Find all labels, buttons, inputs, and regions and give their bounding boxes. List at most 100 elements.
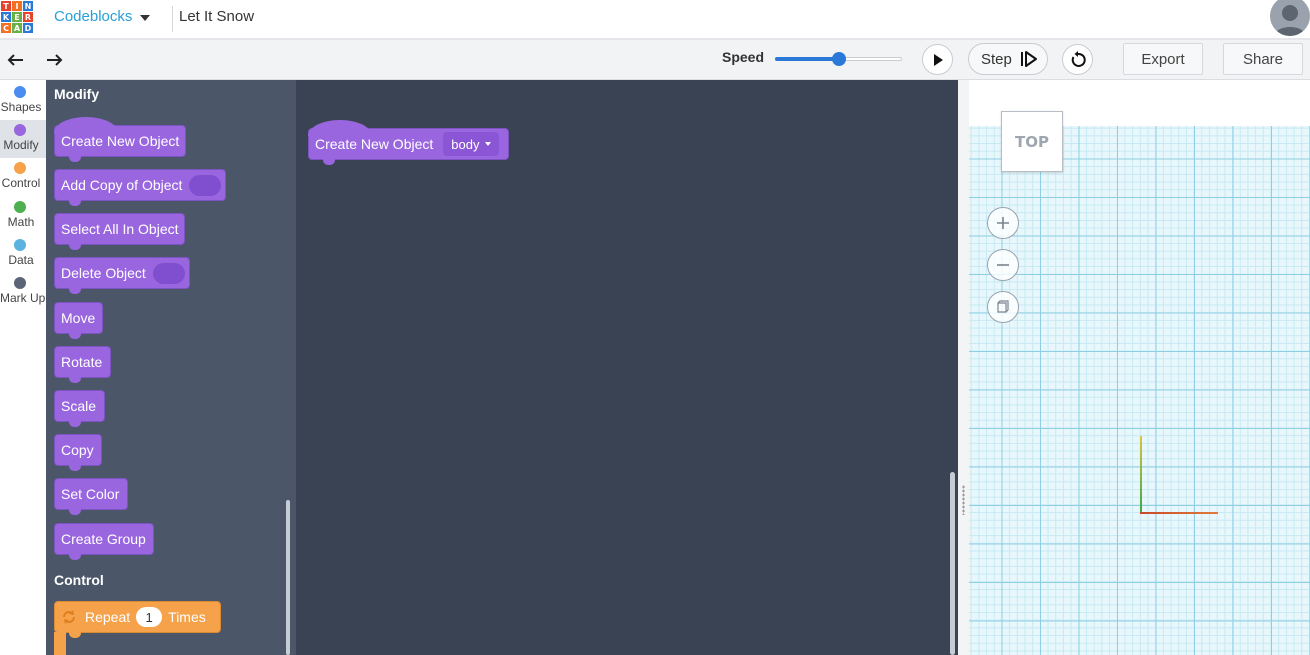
block-add-copy-of-object[interactable]: Add Copy of Object <box>54 169 226 206</box>
body-dropdown[interactable]: body <box>443 132 500 156</box>
app-name[interactable]: Codeblocks <box>54 8 132 25</box>
category-data[interactable]: Data <box>0 235 46 273</box>
block-notch <box>69 332 81 339</box>
speed-label: Speed <box>722 49 765 65</box>
code-workspace[interactable]: Create New Object body <box>296 80 958 655</box>
grip-icon <box>962 485 965 515</box>
speed-slider[interactable] <box>775 52 902 66</box>
speed-slider-fill <box>775 57 839 61</box>
logo-letter: I <box>12 1 22 11</box>
repeat-icon <box>63 610 75 624</box>
document-title[interactable]: Let It Snow <box>179 8 254 25</box>
block-notch <box>69 631 81 638</box>
view-cube[interactable]: TOP <box>1001 111 1063 172</box>
category-label: Data <box>8 253 34 267</box>
block-notch <box>323 158 335 165</box>
block-scale[interactable]: Scale <box>54 390 105 427</box>
toolbar: Speed Step Export Share <box>0 40 1310 80</box>
block-repeat[interactable]: Repeat 1 Times <box>54 601 221 638</box>
step-button[interactable]: Step <box>968 43 1048 75</box>
category-shapes[interactable]: Shapes <box>0 82 46 120</box>
header-divider <box>172 6 173 32</box>
flyout-scrollbar[interactable] <box>286 500 290 655</box>
block-move[interactable]: Move <box>54 302 103 339</box>
category-math[interactable]: Math <box>0 197 46 235</box>
undo-icon[interactable] <box>5 49 27 71</box>
category-dot <box>14 86 26 98</box>
logo-letter: A <box>12 23 22 33</box>
block-notch <box>69 464 81 471</box>
block-delete-object[interactable]: Delete Object <box>54 257 190 294</box>
play-button[interactable] <box>922 44 953 75</box>
block-notch <box>69 420 81 427</box>
zoom-out-button[interactable] <box>987 249 1019 281</box>
workspace-scrollbar[interactable] <box>950 472 955 655</box>
logo-letter: R <box>23 12 33 22</box>
tinkercad-logo[interactable]: T I N K E R C A D <box>1 1 33 33</box>
plus-icon <box>997 217 1009 229</box>
block-set-color[interactable]: Set Color <box>54 478 128 515</box>
section-title-modify: Modify <box>54 86 100 102</box>
step-icon <box>1020 51 1037 67</box>
logo-letter: T <box>1 1 11 11</box>
redo-icon[interactable] <box>43 49 65 71</box>
block-hat <box>54 117 118 133</box>
category-dot <box>14 239 26 251</box>
block-notch <box>69 376 81 383</box>
zoom-in-button[interactable] <box>987 207 1019 239</box>
x-axis-line <box>1140 512 1218 514</box>
logo-letter: D <box>23 23 33 33</box>
block-notch <box>69 553 81 560</box>
fit-view-button[interactable] <box>987 291 1019 323</box>
block-create-group[interactable]: Create Group <box>54 523 154 560</box>
block-label: Create New Object <box>61 133 180 149</box>
block-label: Set Color <box>61 486 120 502</box>
block-notch <box>69 243 81 250</box>
logo-letter: K <box>1 12 11 22</box>
repeat-block-arm <box>54 632 66 655</box>
panel-resize-handle[interactable] <box>958 80 969 655</box>
app-menu-chevron-down-icon[interactable] <box>138 12 152 24</box>
play-icon <box>933 53 943 66</box>
share-button[interactable]: Share <box>1223 43 1303 75</box>
block-input-slot[interactable] <box>189 175 221 196</box>
3d-viewer[interactable]: TOP <box>969 80 1310 655</box>
y-axis-line <box>1140 436 1142 514</box>
logo-letter: E <box>12 12 22 22</box>
block-copy[interactable]: Copy <box>54 434 102 471</box>
top-header: T I N K E R C A D Codeblocks Let It Snow <box>0 0 1310 40</box>
workspace-block-create-new-object[interactable]: Create New Object body <box>308 120 509 165</box>
category-rail: Shapes Modify Control Math Data Mark Up <box>0 80 46 655</box>
codeblocks-app: T I N K E R C A D Codeblocks Let It Snow <box>0 0 1310 655</box>
export-button[interactable]: Export <box>1123 43 1203 75</box>
block-create-new-object[interactable]: Create New Object <box>54 117 186 162</box>
speed-slider-thumb[interactable] <box>831 52 846 66</box>
logo-letter: C <box>1 23 11 33</box>
block-label: Repeat <box>85 609 131 625</box>
category-dot <box>14 201 26 213</box>
block-select-all-in-object[interactable]: Select All In Object <box>54 213 185 250</box>
section-title-control: Control <box>54 572 104 588</box>
repeat-count-input[interactable]: 1 <box>136 607 163 627</box>
category-control[interactable]: Control <box>0 158 46 196</box>
block-label: Move <box>61 310 96 326</box>
block-label-suffix: Times <box>168 609 206 625</box>
workplane-grid[interactable] <box>969 126 1310 655</box>
block-label: Delete Object <box>61 265 146 281</box>
category-label: Control <box>1 176 41 190</box>
block-hat <box>308 120 372 136</box>
block-rotate[interactable]: Rotate <box>54 346 111 383</box>
logo-letter: N <box>23 1 33 11</box>
block-label: Scale <box>61 398 97 414</box>
reset-button[interactable] <box>1062 44 1093 75</box>
block-label: Copy <box>61 442 94 458</box>
category-label: Shapes <box>0 100 42 114</box>
block-flyout: Modify Create New Object Add Copy of Obj… <box>46 80 296 655</box>
category-mark-up[interactable]: Mark Up <box>0 273 46 311</box>
block-label: Create New Object <box>315 136 434 152</box>
category-modify[interactable]: Modify <box>0 120 46 158</box>
block-notch <box>69 199 81 206</box>
user-avatar[interactable] <box>1270 0 1310 36</box>
block-input-slot[interactable] <box>153 263 185 284</box>
restart-icon <box>1071 50 1086 67</box>
